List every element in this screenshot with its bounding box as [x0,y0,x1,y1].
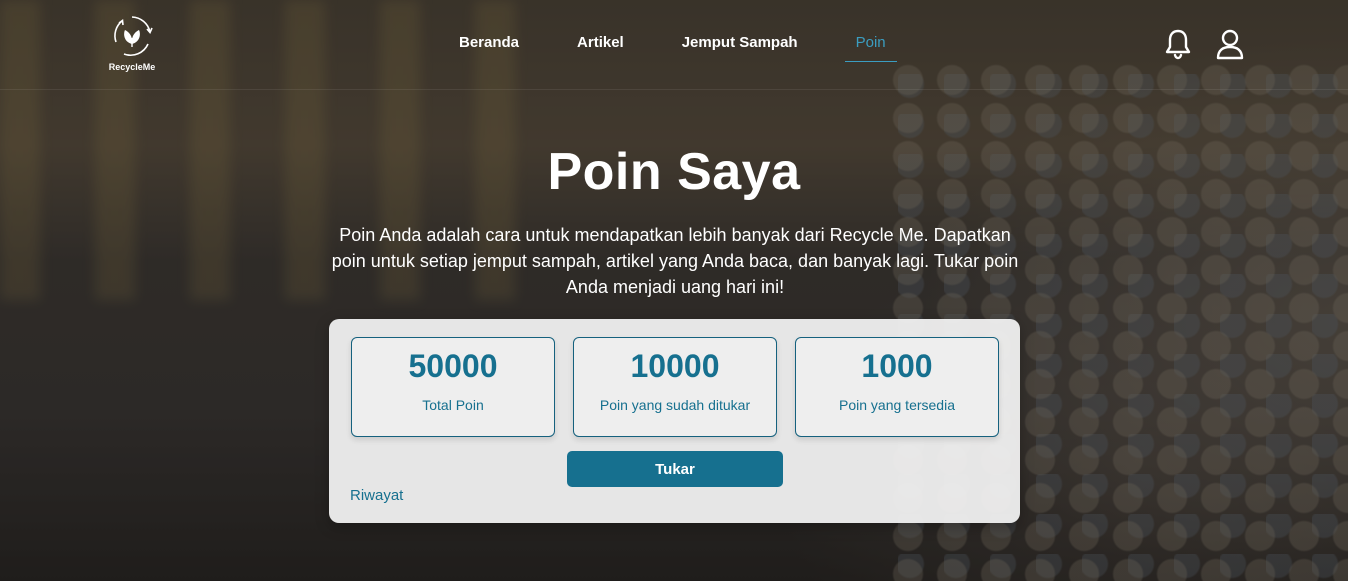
stat-total-poin: 50000 Total Poin [351,337,555,437]
nav-item-beranda[interactable]: Beranda [448,34,530,62]
nav-icons [1163,28,1245,60]
history-link[interactable]: Riwayat [350,487,403,504]
bell-icon[interactable] [1163,28,1193,60]
stat-value: 1000 [861,348,933,384]
main-nav: Beranda Artikel Jemput Sampah Poin [448,34,897,64]
recycle-leaf-icon [114,16,153,57]
navbar: RecycleMe Beranda Artikel Jemput Sampah … [0,0,1348,90]
nav-item-artikel[interactable]: Artikel [566,34,635,62]
stat-value: 10000 [630,348,720,384]
page-title: Poin Saya [547,143,801,201]
stat-label: Poin yang tersedia [839,397,955,413]
stat-label: Total Poin [422,397,484,413]
brand-name: RecycleMe [108,62,156,72]
points-card: 50000 Total Poin 10000 Poin yang sudah d… [329,319,1020,523]
nav-item-jemput-sampah[interactable]: Jemput Sampah [671,34,809,62]
stat-poin-tersedia: 1000 Poin yang tersedia [795,337,999,437]
user-icon[interactable] [1215,28,1245,60]
logo[interactable]: RecycleMe [104,14,160,76]
stat-value: 50000 [408,348,498,384]
stat-poin-ditukar: 10000 Poin yang sudah ditukar [573,337,777,437]
nav-item-poin[interactable]: Poin [844,34,897,62]
page-description: Poin Anda adalah cara untuk mendapatkan … [331,225,1019,297]
redeem-button[interactable]: Tukar [567,451,783,487]
stat-label: Poin yang sudah ditukar [599,397,751,413]
